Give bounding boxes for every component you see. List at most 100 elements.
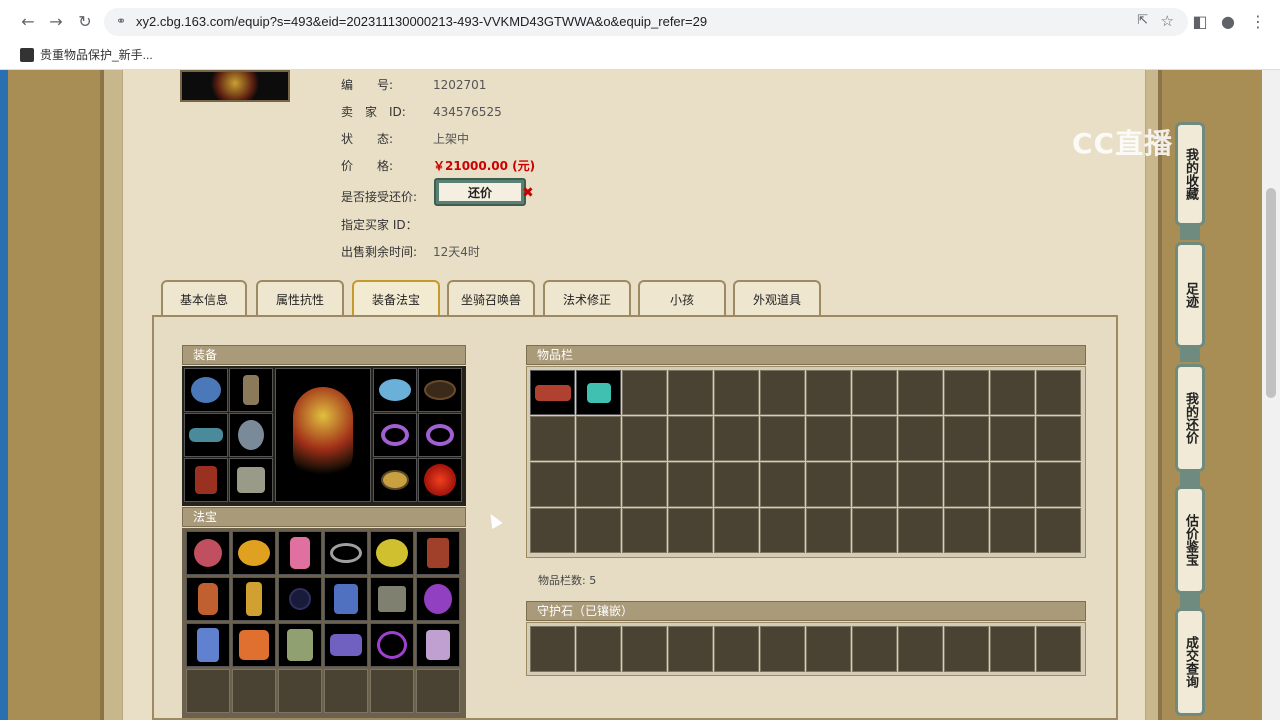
info-row-seller: 卖 家 ID: 434576525: [341, 103, 502, 120]
equipment-slot[interactable]: [229, 458, 273, 502]
slot-empty: [668, 626, 713, 672]
treasure-item-icon: [289, 588, 311, 610]
tab-equipment[interactable]: 装备法宝: [352, 280, 440, 316]
sidebar-icon[interactable]: ◧: [1190, 11, 1210, 31]
treasure-slot[interactable]: [370, 577, 414, 621]
treasure-item-icon: [427, 538, 449, 568]
address-bar[interactable]: ⚭ xy2.cbg.163.com/equip?s=493&eid=202311…: [104, 8, 1188, 36]
equipment-header: 装备: [182, 345, 466, 365]
sidebar-footprints[interactable]: 足迹: [1175, 242, 1205, 348]
equipment-slot[interactable]: [184, 368, 228, 412]
ring-icon: [381, 424, 409, 446]
equipment-slot[interactable]: [373, 368, 417, 412]
more-icon[interactable]: ⋮: [1248, 11, 1268, 31]
treasure-slot[interactable]: [278, 623, 322, 667]
treasure-slot[interactable]: [186, 531, 230, 575]
treasure-item-icon: [376, 539, 408, 567]
slot-empty: [668, 508, 713, 553]
treasure-slot[interactable]: [370, 623, 414, 667]
page-background: CC直播 编 号: 1202701 卖 家 ID: 434576525 状 态: 上架…: [0, 70, 1280, 720]
equipment-slot[interactable]: [418, 413, 462, 457]
belt-icon: [381, 470, 409, 490]
slot-empty: [622, 508, 667, 553]
slot-empty: [622, 416, 667, 461]
equipment-slot[interactable]: [184, 458, 228, 502]
slot-empty: [530, 416, 575, 461]
scrollbar-thumb[interactable]: [1266, 188, 1276, 398]
sidebar-deal-lookup[interactable]: 成交查询: [1175, 608, 1205, 716]
slot-empty: [852, 370, 897, 415]
treasure-item-icon: [424, 584, 452, 614]
info-label: 指定买家 ID：: [341, 218, 418, 232]
slot-empty: [1036, 416, 1081, 461]
equipment-slot[interactable]: [373, 458, 417, 502]
equipment-slot[interactable]: [418, 458, 462, 502]
crown-icon: [379, 379, 411, 401]
slot-empty: [530, 508, 575, 553]
treasure-slot[interactable]: [186, 577, 230, 621]
slot-empty: [898, 416, 943, 461]
treasure-slot[interactable]: [416, 531, 460, 575]
url-text[interactable]: xy2.cbg.163.com/equip?s=493&eid=20231113…: [136, 14, 707, 29]
hat-icon: [191, 377, 221, 403]
inventory-item-icon: [586, 382, 611, 403]
slot-empty: [668, 462, 713, 507]
bookmark-item[interactable]: 贵重物品保护_新手...: [20, 46, 153, 63]
treasure-slot[interactable]: [324, 623, 368, 667]
tab-basic-info[interactable]: 基本信息: [161, 280, 247, 316]
necklace-icon: [424, 380, 456, 400]
inventory-grid: [526, 366, 1086, 558]
slot-empty: [714, 416, 759, 461]
treasure-item-icon: [330, 634, 362, 656]
equipment-slot[interactable]: [229, 413, 273, 457]
slot-empty: [898, 462, 943, 507]
tab-mounts-summons[interactable]: 坐骑召唤兽: [447, 280, 535, 316]
inventory-slot[interactable]: [530, 370, 575, 415]
equipment-slot[interactable]: [418, 368, 462, 412]
reload-icon[interactable]: ↻: [75, 11, 95, 31]
tab-child[interactable]: 小孩: [638, 280, 726, 316]
treasure-slot[interactable]: [324, 531, 368, 575]
character-figure: [293, 387, 353, 483]
browser-chrome: ← → ↻ ⚭ xy2.cbg.163.com/equip?s=493&eid=…: [0, 0, 1280, 70]
arrow-right-icon[interactable]: →: [46, 11, 66, 31]
guard-stone-grid: [526, 622, 1086, 676]
profile-icon[interactable]: ●: [1218, 11, 1238, 31]
counter-offer-button[interactable]: 还价: [434, 178, 526, 206]
treasure-slot[interactable]: [278, 531, 322, 575]
slot-empty: [990, 416, 1035, 461]
equipment-slot[interactable]: [184, 413, 228, 457]
treasure-slot[interactable]: [416, 623, 460, 667]
treasure-slot-empty: [370, 669, 414, 713]
equipment-slot[interactable]: [373, 413, 417, 457]
sidebar-my-counter-offers[interactable]: 我的还价: [1175, 364, 1205, 472]
sidebar-appraisal[interactable]: 估价鉴宝: [1175, 486, 1205, 594]
slot-empty: [668, 416, 713, 461]
slot-empty: [1036, 508, 1081, 553]
treasure-slot[interactable]: [370, 531, 414, 575]
treasure-slot[interactable]: [416, 577, 460, 621]
treasure-slot[interactable]: [324, 577, 368, 621]
treasure-slot[interactable]: [186, 623, 230, 667]
share-icon[interactable]: ⇱: [1137, 13, 1148, 28]
treasure-slot[interactable]: [232, 623, 276, 667]
page-scrollbar[interactable]: [1262, 70, 1280, 720]
treasure-slot[interactable]: [232, 531, 276, 575]
treasure-slot[interactable]: [278, 577, 322, 621]
sidebar-my-favorites[interactable]: 我的收藏: [1175, 122, 1205, 226]
slot-empty: [806, 370, 851, 415]
tab-spell-correction[interactable]: 法术修正: [543, 280, 631, 316]
arrow-left-icon[interactable]: ←: [18, 11, 38, 31]
slot-empty: [990, 370, 1035, 415]
treasure-item-icon: [287, 629, 313, 661]
info-label: 状 态:: [341, 132, 394, 146]
tab-attributes[interactable]: 属性抗性: [256, 280, 344, 316]
slot-empty: [622, 370, 667, 415]
slot-empty: [714, 462, 759, 507]
tab-appearance[interactable]: 外观道具: [733, 280, 821, 316]
star-icon[interactable]: ☆: [1161, 12, 1174, 30]
treasure-slot[interactable]: [232, 577, 276, 621]
equipment-slot[interactable]: [229, 368, 273, 412]
inventory-slot[interactable]: [576, 370, 621, 415]
info-row-number: 编 号: 1202701: [341, 76, 486, 93]
